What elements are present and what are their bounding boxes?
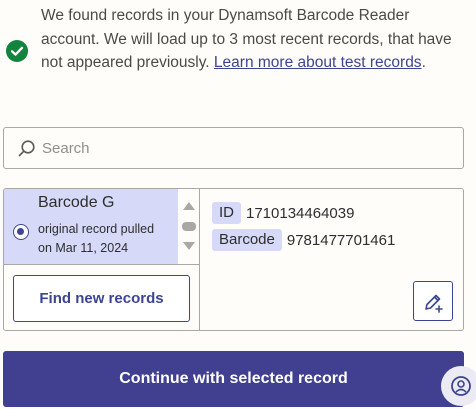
record-item[interactable]: Barcode G original record pulled on Mar … [4, 189, 178, 264]
find-new-records-button[interactable]: Find new records [13, 275, 190, 322]
record-picker: Barcode G original record pulled on Mar … [3, 188, 464, 331]
field-key: ID [212, 202, 241, 224]
field-value: 1710134464039 [246, 204, 355, 222]
record-detail: ID 1710134464039 Barcode 9781477701461 [212, 202, 457, 256]
edit-record-button[interactable] [413, 281, 453, 321]
scroll-up-arrow-icon[interactable] [183, 202, 195, 210]
learn-more-link[interactable]: Learn more about test records [214, 54, 422, 71]
field-value: 9781477701461 [286, 231, 396, 249]
field-row-barcode: Barcode 9781477701461 [212, 229, 457, 251]
help-chat-button[interactable] [441, 366, 476, 406]
search-box[interactable] [3, 127, 464, 169]
edit-add-icon [425, 294, 443, 313]
scroll-down-arrow-icon[interactable] [183, 242, 195, 250]
record-list-scrollbar[interactable] [179, 189, 199, 264]
record-list: Barcode G original record pulled on Mar … [4, 189, 200, 265]
record-title: Barcode G [38, 194, 115, 211]
search-icon [18, 140, 35, 157]
notice-text: We found records in your Dynamsoft Barco… [41, 4, 466, 75]
record-list-pane: Barcode G original record pulled on Mar … [4, 189, 200, 330]
notice-trailing: . [421, 54, 426, 71]
records-notice: We found records in your Dynamsoft Barco… [0, 0, 476, 105]
field-row-id: ID 1710134464039 [212, 202, 457, 224]
record-subtitle: original record pulled on Mar 11, 2024 [38, 222, 155, 255]
scroll-thumb[interactable] [182, 222, 196, 231]
help-chat-icon [451, 376, 471, 396]
record-radio[interactable] [13, 224, 29, 240]
continue-button[interactable]: Continue with selected record [3, 351, 464, 407]
check-circle-icon [6, 40, 28, 62]
search-input[interactable] [42, 134, 452, 162]
field-key: Barcode [212, 229, 282, 251]
